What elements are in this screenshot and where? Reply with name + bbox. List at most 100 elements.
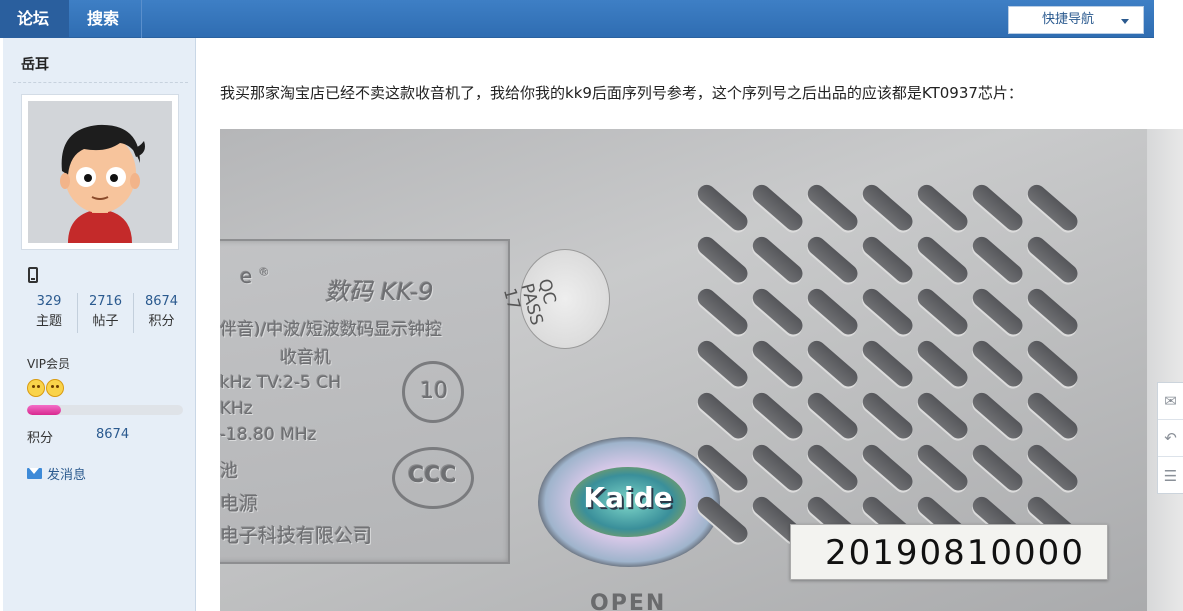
grille-slot xyxy=(694,337,752,391)
grille-slot xyxy=(804,441,862,495)
grille-slot xyxy=(859,233,917,287)
stat-points[interactable]: 8674 积分 xyxy=(133,293,189,333)
photo-edge xyxy=(1147,129,1183,611)
photo-text: OPEN xyxy=(590,591,667,611)
grille-slot xyxy=(859,337,917,391)
grille-slot xyxy=(749,181,807,235)
grille-slot xyxy=(914,389,972,443)
send-message-label: 发消息 xyxy=(47,468,87,483)
stat-value: 329 xyxy=(36,294,62,309)
list-icon[interactable]: ☰ xyxy=(1158,457,1183,494)
stat-label: 积分 xyxy=(148,314,175,329)
grille-slot xyxy=(694,493,752,547)
send-message-link[interactable]: 发消息 xyxy=(27,464,86,483)
speaker-grille xyxy=(694,169,1130,549)
grille-slot xyxy=(969,233,1027,287)
photo-text: KHz xyxy=(220,399,253,419)
photo-text: 电子科技有限公司 xyxy=(220,525,373,547)
grille-slot xyxy=(1024,233,1082,287)
grille-slot xyxy=(804,285,862,339)
grille-slot xyxy=(1024,337,1082,391)
grille-slot xyxy=(804,389,862,443)
username[interactable]: 岳耳 xyxy=(21,54,49,74)
stat-topics[interactable]: 329 主题 xyxy=(21,293,77,333)
post-text: 我买那家淘宝店已经不卖这款收音机了，我给你我的kk9后面序列号参考，这个序列号之… xyxy=(220,84,1023,102)
grille-slot xyxy=(804,337,862,391)
grille-slot xyxy=(914,233,972,287)
smiley-icon xyxy=(46,379,64,397)
top-nav-bar: 论坛 搜索 快捷导航 xyxy=(0,0,1154,38)
grille-slot xyxy=(914,181,972,235)
floating-toolbar: ✉ ↶ ☰ xyxy=(1157,382,1183,494)
smiley-icon xyxy=(27,379,45,397)
stat-label: 主题 xyxy=(35,314,62,329)
grille-slot xyxy=(969,337,1027,391)
photo-text: 10 xyxy=(420,379,448,404)
cartoon-boy-icon xyxy=(28,101,172,243)
rank-icons xyxy=(27,379,64,397)
grille-slot xyxy=(804,181,862,235)
photo-text: CCC xyxy=(408,463,457,488)
progress-fill xyxy=(27,405,62,415)
grille-slot xyxy=(1024,181,1082,235)
stat-value: 8674 xyxy=(144,294,179,309)
photo-text: kHz TV:2-5 CH xyxy=(220,373,342,393)
grille-slot xyxy=(859,285,917,339)
tab-forum[interactable]: 论坛 xyxy=(0,0,69,38)
photo-text: 收音机 xyxy=(280,348,331,368)
grille-slot xyxy=(1024,441,1082,495)
user-profile-sidebar: 岳耳 329 主题 2716 帖子 8674 积分 VIP会员 积分 8674 … xyxy=(3,38,196,611)
user-group[interactable]: VIP会员 xyxy=(27,355,70,372)
avatar[interactable] xyxy=(21,94,179,250)
photo-text: -18.80 MHz xyxy=(220,425,317,445)
grille-slot xyxy=(969,389,1027,443)
serial-number: 20190810000 xyxy=(825,533,1085,573)
grille-slot xyxy=(749,389,807,443)
back-icon[interactable]: ↶ xyxy=(1158,420,1183,457)
quick-nav-dropdown[interactable]: 快捷导航 xyxy=(1008,6,1144,34)
stat-value: 2716 xyxy=(88,294,123,309)
grille-slot xyxy=(749,441,807,495)
grille-slot xyxy=(749,233,807,287)
divider xyxy=(13,82,188,83)
points-progress-bar xyxy=(27,405,183,415)
grille-slot xyxy=(859,181,917,235)
grille-slot xyxy=(694,181,752,235)
user-stats: 329 主题 2716 帖子 8674 积分 xyxy=(21,293,191,333)
grille-slot xyxy=(749,337,807,391)
photo-text: e ® xyxy=(240,264,270,288)
grille-slot xyxy=(694,441,752,495)
tab-search[interactable]: 搜索 xyxy=(70,0,142,38)
grille-slot xyxy=(859,389,917,443)
stat-label: 帖子 xyxy=(92,314,119,329)
score-value: 8674 xyxy=(96,427,130,442)
grille-slot xyxy=(1024,285,1082,339)
grille-slot xyxy=(1024,389,1082,443)
post-image[interactable]: e ® 数码 KK-9 伴音)/中波/短波数码显示钟控 收音机 kHz TV:2… xyxy=(220,129,1183,611)
quick-nav-label: 快捷导航 xyxy=(1042,12,1095,27)
brand-text: Kaide xyxy=(583,481,673,514)
grille-slot xyxy=(694,233,752,287)
grille-slot xyxy=(914,441,972,495)
comment-icon[interactable]: ✉ xyxy=(1158,383,1183,420)
grille-slot xyxy=(804,233,862,287)
stat-posts[interactable]: 2716 帖子 xyxy=(77,293,133,333)
envelope-icon xyxy=(27,468,42,479)
photo-text: 伴音)/中波/短波数码显示钟控 xyxy=(220,320,443,340)
grille-slot xyxy=(914,285,972,339)
photo-text: 电源 xyxy=(220,493,259,515)
grille-slot xyxy=(969,181,1027,235)
grille-slot xyxy=(914,337,972,391)
grille-slot xyxy=(749,285,807,339)
grille-slot xyxy=(694,389,752,443)
grille-slot xyxy=(969,285,1027,339)
score-label: 积分 xyxy=(27,431,54,446)
photo-text: 池 xyxy=(220,461,238,482)
chevron-down-icon xyxy=(1121,19,1129,24)
grille-slot xyxy=(859,441,917,495)
grille-slot xyxy=(694,285,752,339)
grille-slot xyxy=(969,441,1027,495)
photo-text-model: 数码 KK-9 xyxy=(325,278,434,306)
avatar-image xyxy=(28,101,172,243)
mobile-phone-icon xyxy=(28,267,38,283)
